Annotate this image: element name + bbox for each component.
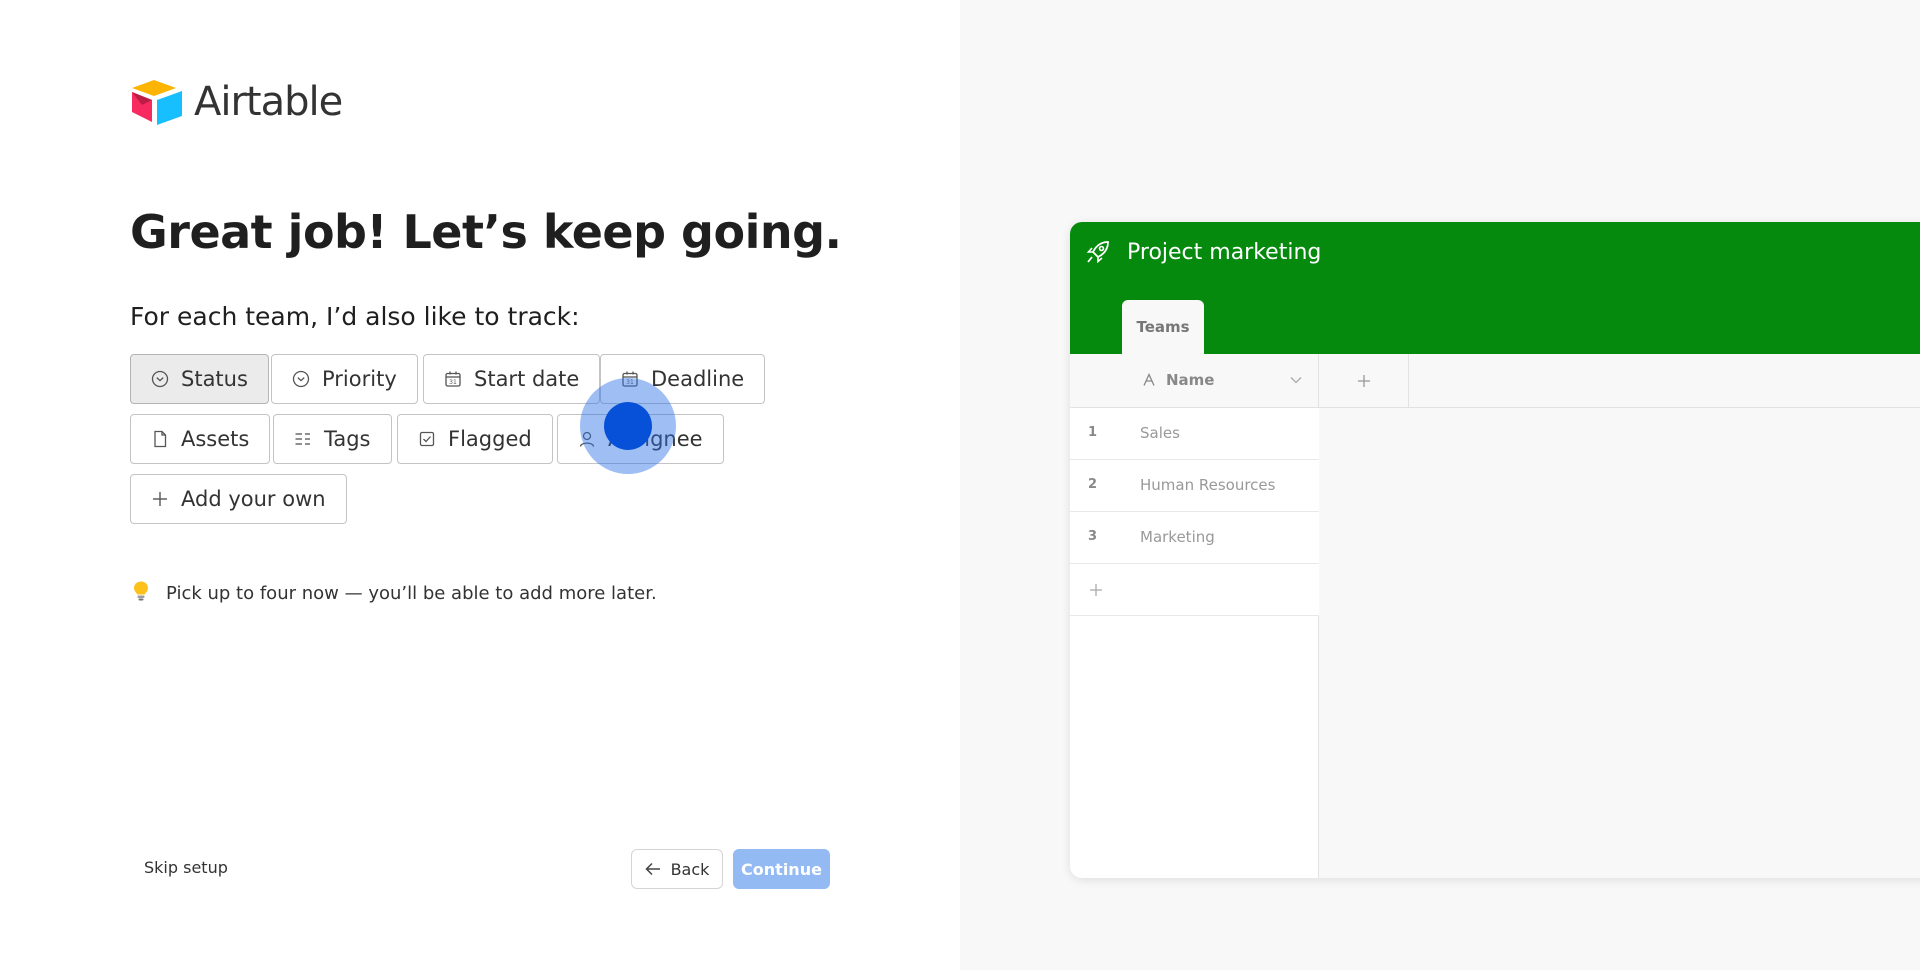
chevron-circle-icon [151,370,169,388]
table-row: 1 Sales [1070,408,1319,460]
logo-wordmark: Airtable [194,79,343,125]
table-row: 2 Human Resources [1070,460,1319,512]
option-assets[interactable]: Assets [130,414,271,464]
option-label: Deadline [651,367,745,391]
preview-panel: Project marketing Teams Name 1 Sales 2 H… [960,0,1920,970]
option-tags[interactable]: Tags [273,414,392,464]
skip-setup-button[interactable]: Skip setup [144,858,228,877]
option-assignee[interactable]: Assignee [557,414,724,464]
table-row: 3 Marketing [1070,512,1319,564]
user-icon [578,430,596,448]
svg-text:31: 31 [449,379,457,386]
svg-text:31: 31 [626,379,634,386]
lightbulb-icon [132,580,150,607]
row-name: Marketing [1140,528,1215,546]
row-number: 3 [1088,529,1098,544]
plus-icon [1358,374,1370,387]
plus-icon [151,490,169,508]
option-deadline[interactable]: 31 Deadline [600,354,766,404]
tab-teams: Teams [1122,300,1204,354]
option-start-date[interactable]: 31 Start date [423,354,601,404]
back-label: Back [670,859,710,879]
row-number: 2 [1088,477,1098,492]
option-label: Add your own [181,487,326,511]
grid-header: Name [1070,354,1920,408]
chevron-circle-icon [292,370,310,388]
base-header: Project marketing Teams [1070,222,1920,354]
continue-button[interactable]: Continue [733,849,830,889]
add-your-own-button[interactable]: Add your own [130,474,347,524]
option-label: Assets [181,427,250,451]
option-priority[interactable]: Priority [271,354,418,404]
name-column-label: Name [1166,371,1215,389]
tip: Pick up to four now — you’ll be able to … [132,580,657,607]
plus-icon [1090,583,1102,596]
row-name: Sales [1140,424,1180,442]
add-record-row [1070,564,1319,616]
setup-panel: Airtable Great job! Let’s keep going. Fo… [0,0,960,970]
chevron-down-icon [1290,377,1302,384]
name-column-header: Name [1142,371,1214,389]
option-label: Tags [324,427,371,451]
option-status[interactable]: Status [130,354,269,404]
base-preview-card: Project marketing Teams Name 1 Sales 2 H… [1070,222,1920,878]
option-label: Start date [474,367,580,391]
option-label: Flagged [448,427,532,451]
row-name: Human Resources [1140,476,1276,494]
text-field-icon [1143,373,1155,386]
option-label: Status [181,367,248,391]
option-label: Priority [322,367,397,391]
add-field-button [1320,354,1409,407]
grid-header-primary: Name [1070,354,1319,407]
airtable-logo: Airtable [130,78,343,126]
option-label: Assignee [608,427,703,451]
tags-list-icon [294,430,312,448]
arrow-left-icon [645,862,660,876]
option-flagged[interactable]: Flagged [397,414,553,464]
page-title: Great job! Let’s keep going. [130,205,842,259]
calendar-icon: 31 [444,370,462,388]
tip-text: Pick up to four now — you’ll be able to … [166,583,657,604]
file-icon [151,430,169,448]
calendar-icon: 31 [621,370,639,388]
rocket-icon [1086,241,1109,264]
row-number: 1 [1088,425,1098,440]
back-button[interactable]: Back [631,849,723,889]
page-subtitle: For each team, I’d also like to track: [130,302,580,331]
base-title: Project marketing [1127,240,1322,265]
checkbox-icon [418,430,436,448]
airtable-logo-icon [132,80,182,125]
